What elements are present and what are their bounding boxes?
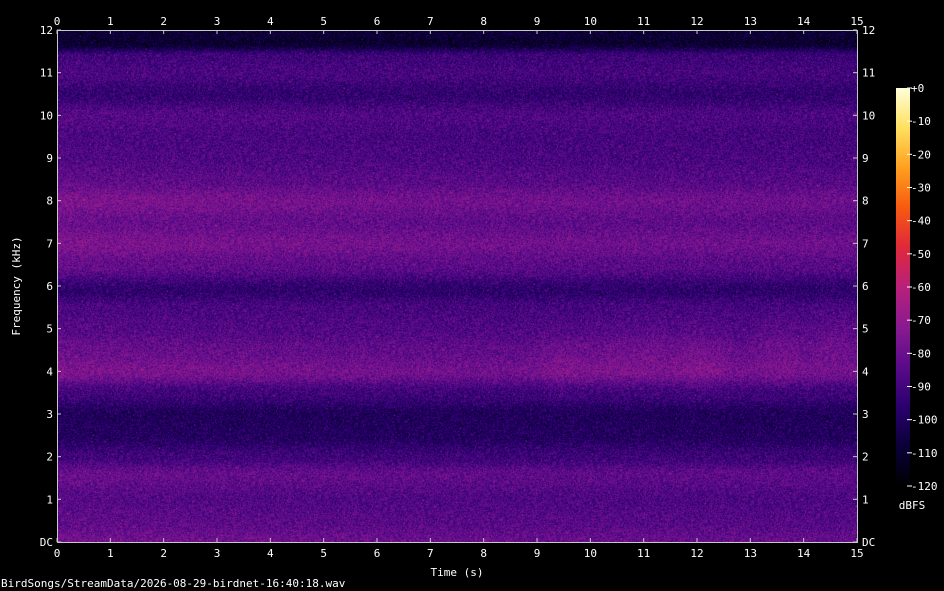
y-tick-label-left: 8 [46,195,53,208]
x-tick-label-bottom: 10 [584,547,597,560]
colorbar-tick-label: -50 [911,248,931,261]
colorbar-ticks: +0 -10 -20 -30 -40 -50 -60 -70 -80 -90 -100 -110 -12… [907,82,938,493]
x-axis-title: Time (s) [431,566,484,579]
colorbar-tick-label: -110 [911,447,938,460]
colorbar-tick-label: +0 [911,82,924,95]
x-tick-label-top: 14 [797,15,811,28]
x-tick-label-top: 5 [320,15,327,28]
y-tick-label-left: 11 [40,67,53,80]
y-tick-label-left: 10 [40,109,53,122]
y-tick-label-right: DC [862,536,875,549]
x-tick-label-bottom: 4 [267,547,274,560]
colorbar-tick-label: -120 [911,480,938,493]
x-tick-label-top: 2 [160,15,167,28]
x-tick-label-top: 1 [107,15,114,28]
x-tick-label-bottom: 1 [107,547,114,560]
colorbar-tick-label: -10 [911,115,931,128]
x-tick-label-bottom: 14 [797,547,811,560]
spectrogram-plot-area [57,30,858,543]
colorbar-label: dBFS [899,499,926,512]
spectrogram-chart: 0 1 2 3 4 5 6 7 8 9 10 11 12 13 14 15 0 1 2 3 4 5 6 7 8 9 10 11 12 1… [1,15,938,590]
x-tick-label-bottom: 13 [744,547,757,560]
x-tick-label-top: 6 [374,15,381,28]
x-tick-label-bottom: 9 [534,547,541,560]
y-tick-label-left: DC [40,536,53,549]
y-tick-label-left: 6 [46,280,53,293]
y-tick-label-left: 9 [46,152,53,165]
x-tick-label-top: 4 [267,15,274,28]
colorbar-tick-label: -80 [911,347,931,360]
spectrogram-heatmap [57,30,857,542]
colorbar-tick-label: -40 [911,215,931,228]
y-tick-label-left: 5 [46,323,53,336]
x-tick-label-top: 12 [690,15,703,28]
y-tick-label-right: 9 [862,152,869,165]
x-tick-label-bottom: 2 [160,547,167,560]
x-tick-label-top: 13 [744,15,757,28]
x-tick-label-bottom: 8 [480,547,487,560]
x-tick-label-bottom: 0 [54,547,61,560]
x-tick-label-top: 0 [54,15,61,28]
colorbar-tick-label: -90 [911,381,931,394]
y-tick-label-left: 3 [46,408,53,421]
colorbar-tick-label: -20 [911,148,931,161]
y-tick-label-right: 10 [862,109,875,122]
x-tick-label-bottom: 6 [374,547,381,560]
y-tick-label-right: 1 [862,493,869,506]
x-tick-label-top: 8 [480,15,487,28]
y-tick-label-left: 12 [40,24,53,37]
y-tick-label-right: 6 [862,280,869,293]
y-tick-label-right: 5 [862,323,869,336]
colorbar-tick-label: -70 [911,314,931,327]
spectrogram-figure: 0 1 2 3 4 5 6 7 8 9 10 11 12 13 14 15 0 1 2 3 4 5 6 7 8 9 10 11 12 1… [0,0,944,591]
x-tick-label-top: 11 [637,15,650,28]
y-tick-label-right: 4 [862,365,869,378]
x-tick-label-bottom: 5 [320,547,327,560]
x-tick-label-bottom: 11 [637,547,650,560]
y-tick-label-right: 2 [862,451,869,464]
x-tick-label-top: 9 [534,15,541,28]
y-axis-title: Frequency (kHz) [10,236,23,335]
x-tick-label-bottom: 12 [690,547,703,560]
y-tick-label-left: 1 [46,493,53,506]
x-tick-label-bottom: 3 [214,547,221,560]
y-tick-label-left: 2 [46,451,53,464]
y-tick-label-right: 11 [862,67,875,80]
y-tick-label-left: 7 [46,237,53,250]
y-tick-label-right: 3 [862,408,869,421]
y-tick-label-right: 8 [862,195,869,208]
x-tick-label-top: 10 [584,15,597,28]
colorbar-tick-label: -60 [911,281,931,294]
colorbar-tick-label: -100 [911,414,938,427]
x-tick-label-bottom: 7 [427,547,434,560]
y-tick-label-right: 7 [862,237,869,250]
x-tick-label-top: 3 [214,15,221,28]
file-path-label: BirdSongs/StreamData/2026-08-29-birdnet-… [1,577,346,590]
y-tick-label-left: 4 [46,365,53,378]
y-tick-label-right: 12 [862,24,875,37]
x-tick-label-top: 7 [427,15,434,28]
colorbar-tick-label: -30 [911,182,931,195]
colorbar: +0 -10 -20 -30 -40 -50 -60 -70 -80 -90 -100 -110 -12… [896,82,938,512]
